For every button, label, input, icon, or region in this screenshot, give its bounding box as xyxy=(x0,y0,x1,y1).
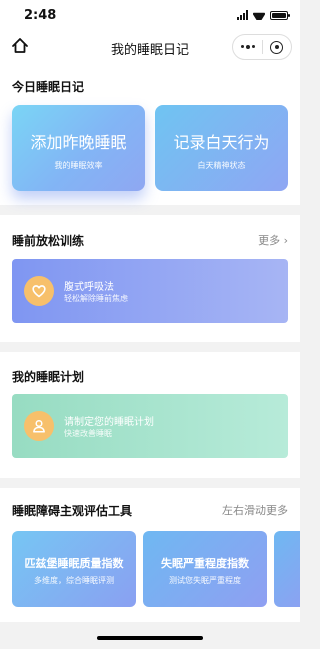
create-sleep-plan-card[interactable]: 请制定您的睡眠计划 快速改善睡眠 xyxy=(12,394,288,458)
card-subtitle: 我的睡眠效率 xyxy=(54,161,103,170)
record-daytime-behavior-card[interactable]: 记录白天行为 白天精神状态 xyxy=(155,105,288,191)
plan-section-title: 我的睡眠计划 xyxy=(12,370,85,384)
chevron-right-icon: › xyxy=(283,234,288,247)
card-subtitle: 白天精神状态 xyxy=(197,161,246,170)
relax-section-title: 睡前放松训练 xyxy=(12,234,85,248)
status-icons xyxy=(237,10,290,20)
diary-section: 今日睡眠日记 添加昨晚睡眠 我的睡眠效率 记录白天行为 白天精神状态 xyxy=(0,64,300,205)
close-mini-program-icon[interactable] xyxy=(263,40,291,54)
next-tool-card-partial[interactable] xyxy=(274,531,300,607)
card-title: 请制定您的睡眠计划 xyxy=(64,417,154,428)
home-indicator xyxy=(97,636,203,640)
card-title: 记录白天行为 xyxy=(173,133,270,152)
navigation-bar: 我的睡眠日记 xyxy=(0,30,300,64)
card-subtitle: 快速改善睡眠 xyxy=(64,429,112,438)
card-subtitle: 多维度，综合睡眠评测 xyxy=(34,576,114,585)
status-time: 2:48 xyxy=(24,8,57,23)
wifi-icon xyxy=(253,10,265,20)
card-subtitle: 测试您失眠严重程度 xyxy=(169,576,241,585)
assessment-tools-section: 睡眠障碍主观评估工具 左右滑动更多 匹兹堡睡眠质量指数 多维度，综合睡眠评测 失… xyxy=(0,488,300,622)
heart-icon xyxy=(24,276,54,306)
person-icon xyxy=(24,411,54,441)
psqi-tool-card[interactable]: 匹兹堡睡眠质量指数 多维度，综合睡眠评测 xyxy=(12,531,136,607)
card-subtitle: 轻松解除睡前焦虑 xyxy=(64,294,128,303)
card-title: 失眠严重程度指数 xyxy=(161,557,249,570)
sleep-plan-section: 我的睡眠计划 请制定您的睡眠计划 快速改善睡眠 xyxy=(0,352,300,478)
diary-section-title: 今日睡眠日记 xyxy=(12,80,85,94)
battery-icon xyxy=(270,10,290,20)
more-label: 更多 xyxy=(258,234,281,247)
card-title: 匹兹堡睡眠质量指数 xyxy=(24,557,124,570)
relax-more-link[interactable]: 更多 › xyxy=(258,232,288,248)
mini-program-capsule xyxy=(232,34,292,60)
tools-section-title: 睡眠障碍主观评估工具 xyxy=(12,504,133,518)
isi-tool-card[interactable]: 失眠严重程度指数 测试您失眠严重程度 xyxy=(143,531,267,607)
cellular-signal-icon xyxy=(237,10,248,20)
status-bar: 2:48 xyxy=(0,0,300,30)
abdominal-breathing-card[interactable]: 腹式呼吸法 轻松解除睡前焦虑 xyxy=(12,259,288,323)
card-title: 添加昨晚睡眠 xyxy=(30,133,127,152)
more-options-icon[interactable] xyxy=(233,45,262,49)
swipe-hint: 左右滑动更多 xyxy=(222,504,288,517)
card-title: 腹式呼吸法 xyxy=(64,282,114,293)
add-last-night-sleep-card[interactable]: 添加昨晚睡眠 我的睡眠效率 xyxy=(12,105,145,191)
relax-training-section: 睡前放松训练 更多 › 腹式呼吸法 轻松解除睡前焦虑 xyxy=(0,215,300,342)
